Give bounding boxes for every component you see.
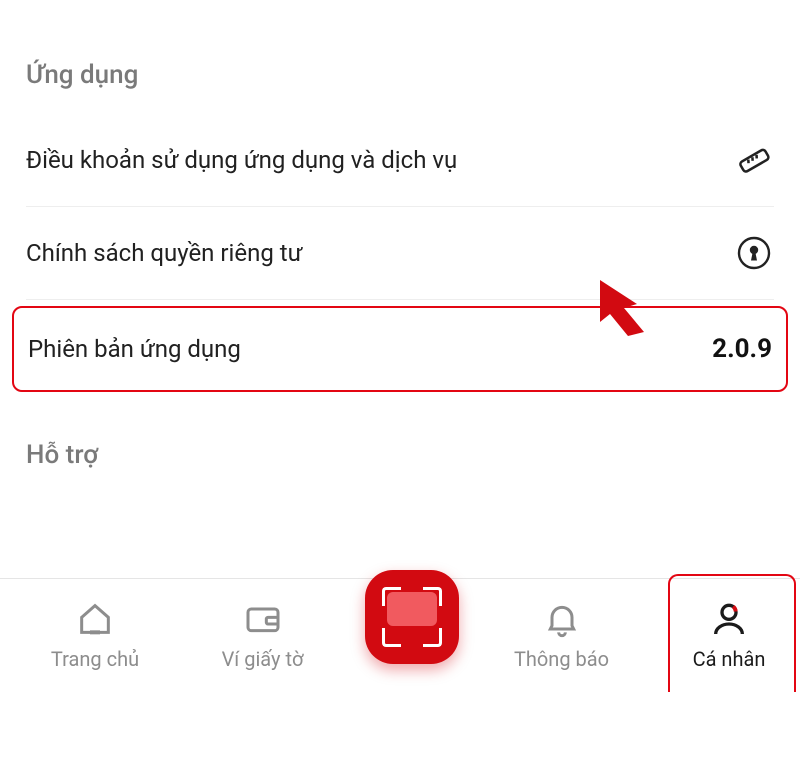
row-version-highlighted[interactable]: Phiên bản ứng dụng 2.0.9	[12, 306, 788, 392]
nav-home[interactable]: Trang chủ	[30, 597, 160, 671]
nav-profile[interactable]: Cá nhân	[664, 597, 794, 671]
nav-wallet-label: Ví giấy tờ	[222, 647, 304, 671]
ruler-icon	[734, 140, 774, 180]
person-icon	[707, 597, 751, 641]
nav-notifications-label: Thông báo	[514, 647, 609, 671]
row-version-label: Phiên bản ứng dụng	[28, 335, 712, 363]
nav-wallet[interactable]: Ví giấy tờ	[198, 597, 328, 671]
bottom-nav: Trang chủ Ví giấy tờ Thông báo	[0, 578, 800, 688]
row-terms-label: Điều khoản sử dụng ứng dụng và dịch vụ	[26, 146, 734, 174]
scan-icon	[382, 587, 442, 647]
wallet-icon	[241, 597, 285, 641]
row-privacy-label: Chính sách quyền riêng tư	[26, 239, 734, 267]
section-title-support: Hỗ trợ	[26, 440, 774, 470]
nav-profile-label: Cá nhân	[693, 647, 766, 671]
keyhole-icon	[734, 233, 774, 273]
section-title-app: Ứng dụng	[26, 60, 774, 90]
home-icon	[73, 597, 117, 641]
nav-home-label: Trang chủ	[51, 647, 139, 671]
row-privacy[interactable]: Chính sách quyền riêng tư	[26, 207, 774, 300]
row-version-value: 2.0.9	[712, 334, 772, 364]
row-terms[interactable]: Điều khoản sử dụng ứng dụng và dịch vụ	[26, 114, 774, 207]
nav-scan-button[interactable]	[365, 570, 459, 664]
bell-icon	[540, 597, 584, 641]
nav-notifications[interactable]: Thông báo	[497, 597, 627, 671]
